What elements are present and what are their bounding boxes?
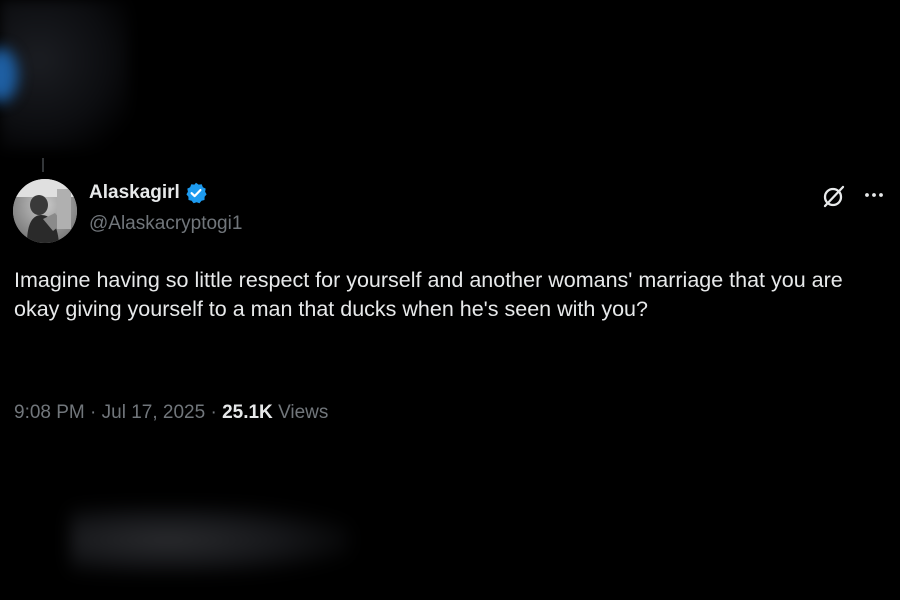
thread-connector-line [42, 158, 44, 172]
author-name-row[interactable]: Alaskagirl [89, 181, 207, 205]
tweet-time[interactable]: 9:08 PM [14, 402, 85, 423]
more-options-icon[interactable] [862, 183, 886, 207]
grok-icon[interactable] [821, 183, 847, 209]
blurred-previous-tweet [0, 0, 130, 150]
meta-separator: · [210, 402, 217, 423]
author-handle[interactable]: @Alaskacryptogi1 [89, 213, 242, 235]
tweet-metadata: 9:08 PM · Jul 17, 2025 · 25.1K Views [14, 402, 328, 424]
tweet-text: Imagine having so little respect for you… [14, 268, 843, 321]
tweet-date[interactable]: Jul 17, 2025 [102, 402, 206, 423]
blurred-reply-content [70, 505, 350, 575]
avatar[interactable] [13, 179, 77, 243]
views-label: Views [278, 402, 329, 423]
verified-badge-icon [186, 182, 207, 204]
meta-separator: · [90, 402, 97, 423]
avatar-photo [13, 179, 77, 243]
display-name[interactable]: Alaskagirl [89, 182, 180, 204]
views-count[interactable]: 25.1K [222, 402, 273, 423]
